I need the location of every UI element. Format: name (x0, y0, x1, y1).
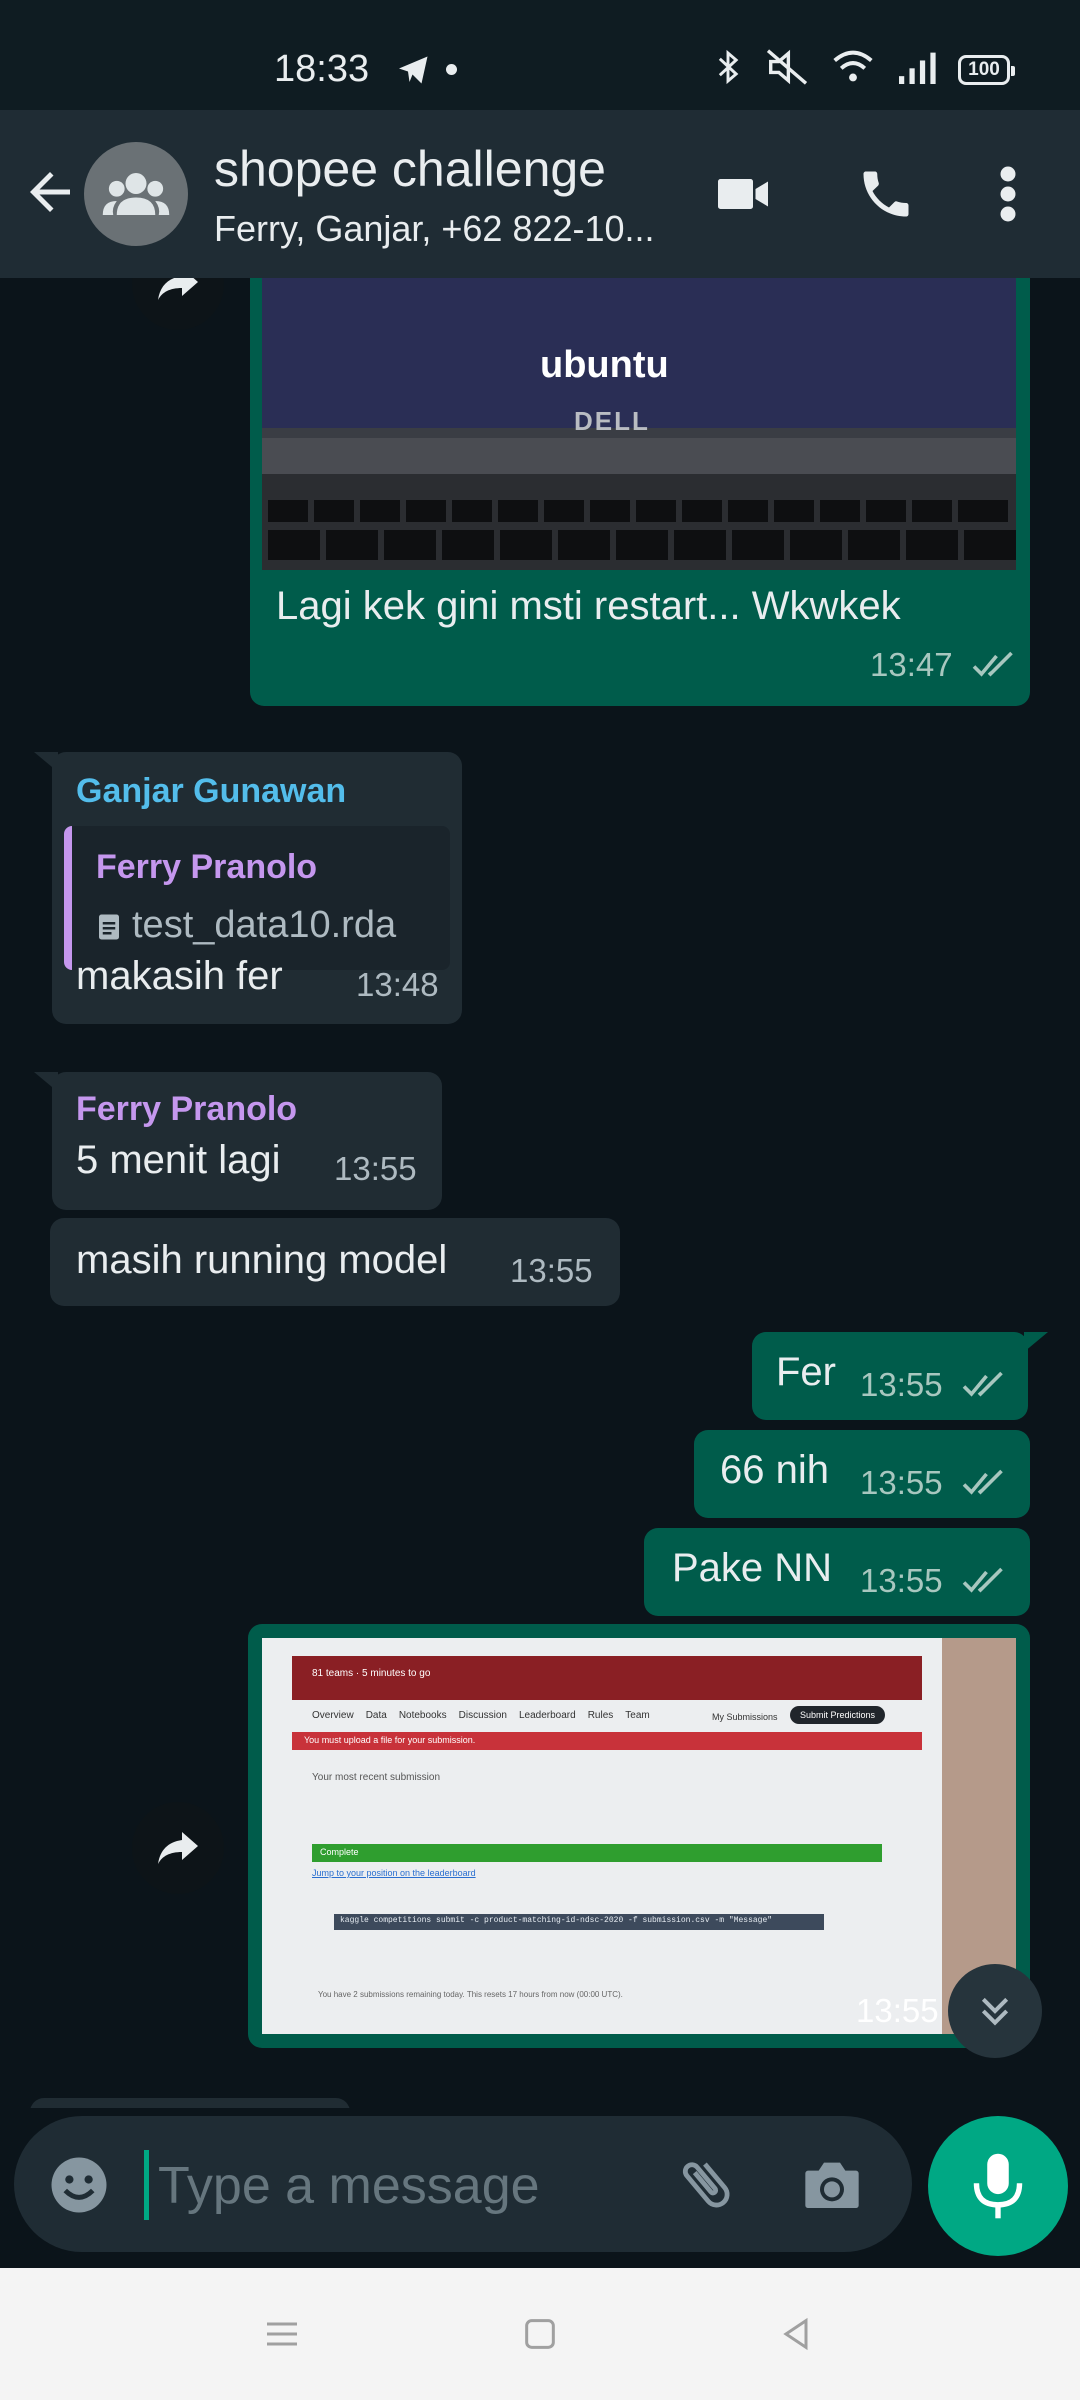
chat-title[interactable]: shopee challenge (214, 140, 606, 198)
chat-header: shopee challenge Ferry, Ganjar, +62 822-… (0, 110, 1080, 278)
message-input[interactable]: Type a message (158, 2156, 540, 2216)
message-bubble-outgoing[interactable]: Pake NN 13:55 (644, 1528, 1030, 1616)
group-avatar[interactable] (84, 142, 188, 246)
screen-tab: Leaderboard (518, 1710, 576, 1721)
message-time: 13:47 (870, 646, 953, 683)
status-time: 18:33 (274, 48, 370, 90)
bubble-tail (34, 1072, 58, 1092)
screen-my-submissions: My Submissions (712, 1712, 778, 1722)
message-text: Fer (776, 1350, 836, 1394)
message-bubble-incoming[interactable]: Ferry Pranolo 5 menit lagi 13:55 (52, 1072, 442, 1210)
screen-tab: Data (365, 1710, 387, 1721)
wifi-icon (832, 50, 874, 89)
chat-area[interactable]: ubuntu DELL Lagi kek gini msti restart..… (0, 278, 1080, 2108)
notification-dot-icon (446, 64, 457, 75)
screen-error: You must upload a file for your submissi… (292, 1732, 922, 1750)
more-options-icon[interactable] (996, 164, 1020, 229)
back-arrow-icon[interactable] (20, 162, 80, 222)
bubble-tail (1024, 1332, 1048, 1352)
screen-tab: Team (625, 1710, 650, 1721)
status-bar: 18:33 100 (0, 0, 1080, 110)
sender-name: Ferry Pranolo (76, 1090, 298, 1128)
document-icon (99, 914, 119, 940)
screen-jump-link: Jump to your position on the leaderboard (312, 1868, 476, 1878)
screen-tab: Rules (587, 1710, 614, 1721)
status-icons: 100 (714, 48, 1015, 91)
screen-photo: 81 teams · 5 minutes to go Overview Data… (262, 1638, 1016, 2034)
message-time: 13:55 (860, 1366, 943, 1403)
forward-icon (158, 278, 198, 300)
quoted-file-name: test_data10.rda (132, 904, 397, 946)
chat-members[interactable]: Ferry, Ganjar, +62 822-10... (214, 208, 674, 250)
forward-button[interactable] (132, 1802, 224, 1894)
camera-icon[interactable] (800, 2154, 864, 2219)
ubuntu-logo: ubuntu (540, 344, 669, 386)
screen-tab: Discussion (458, 1710, 507, 1721)
message-time: 13:55 (510, 1252, 593, 1289)
message-text: Lagi kek gini msti restart... Wkwkek (276, 584, 901, 628)
recents-menu-icon[interactable] (262, 2314, 302, 2359)
message-time: 13:55 (860, 1562, 943, 1599)
message-time: 13:55 (856, 1992, 939, 2029)
read-ticks-icon (962, 1371, 1003, 1397)
video-call-icon[interactable] (710, 164, 776, 229)
message-bubble-outgoing[interactable]: Fer 13:55 (752, 1332, 1028, 1420)
signal-icon (896, 50, 936, 89)
mute-icon (764, 48, 810, 91)
forward-icon (158, 1832, 198, 1864)
bluetooth-icon (714, 48, 742, 91)
scroll-to-bottom-button[interactable] (948, 1964, 1042, 2058)
message-image[interactable]: 81 teams · 5 minutes to go Overview Data… (262, 1638, 1016, 2034)
sender-name: Ganjar Gunawan (76, 772, 347, 810)
screen-remaining: You have 2 submissions remaining today. … (318, 1990, 623, 1999)
dell-logo: DELL (574, 406, 650, 436)
text-caret (144, 2150, 149, 2220)
screen-command: kaggle competitions submit -c product-ma… (334, 1914, 824, 1930)
message-text: Pake NN (672, 1546, 833, 1590)
telegram-icon (394, 52, 434, 93)
quoted-sender: Ferry Pranolo (96, 848, 318, 886)
chevron-double-down-icon (981, 1997, 1009, 2026)
message-text: masih running model (76, 1238, 448, 1282)
bubble-tail (34, 752, 58, 772)
message-time: 13:55 (334, 1150, 417, 1187)
screen-teams: 81 teams · 5 minutes to go (312, 1668, 431, 1679)
voice-call-icon[interactable] (856, 164, 916, 229)
message-bubble-incoming[interactable] (30, 2098, 350, 2108)
message-bubble-outgoing[interactable]: 66 nih 13:55 (694, 1430, 1030, 1518)
read-ticks-icon (962, 1567, 1003, 1593)
screen-status-bar: Complete (312, 1844, 882, 1862)
screen-section: Your most recent submission (312, 1772, 441, 1783)
message-input-bar[interactable]: Type a message (14, 2116, 912, 2252)
screen-submit-button: Submit Predictions (790, 1706, 886, 1724)
home-icon[interactable] (520, 2314, 560, 2359)
message-bubble-incoming[interactable]: masih running model 13:55 (50, 1218, 620, 1306)
message-time: 13:55 (860, 1464, 943, 1501)
message-bubble-outgoing[interactable]: 81 teams · 5 minutes to go Overview Data… (248, 1624, 1030, 2048)
back-nav-icon[interactable] (776, 2314, 816, 2359)
screen-tabs: Overview Data Notebooks Discussion Leade… (312, 1710, 650, 1721)
battery-icon: 100 (958, 54, 1015, 85)
attach-icon[interactable] (674, 2152, 738, 2221)
screen-tab: Overview (312, 1710, 354, 1721)
mic-icon (973, 2153, 1023, 2219)
read-ticks-icon (972, 651, 1013, 677)
mic-button[interactable] (928, 2116, 1068, 2256)
screen-tab: Notebooks (398, 1710, 447, 1721)
emoji-icon[interactable] (46, 2152, 112, 2223)
message-text: 5 menit lagi (76, 1138, 281, 1182)
group-icon (102, 173, 170, 215)
message-text: 66 nih (720, 1448, 829, 1492)
message-image[interactable]: ubuntu DELL (262, 278, 1016, 570)
message-bubble-outgoing[interactable]: ubuntu DELL Lagi kek gini msti restart..… (250, 278, 1030, 706)
read-ticks-icon (962, 1469, 1003, 1495)
message-time: 13:48 (356, 966, 439, 1003)
quoted-message[interactable]: Ferry Pranolo test_data10.rda (64, 826, 450, 970)
forward-button[interactable] (132, 278, 224, 330)
message-bubble-incoming[interactable]: Ganjar Gunawan Ferry Pranolo test_data10… (52, 752, 462, 1024)
system-navigation-bar (0, 2268, 1080, 2400)
message-text: makasih fer (76, 954, 283, 998)
